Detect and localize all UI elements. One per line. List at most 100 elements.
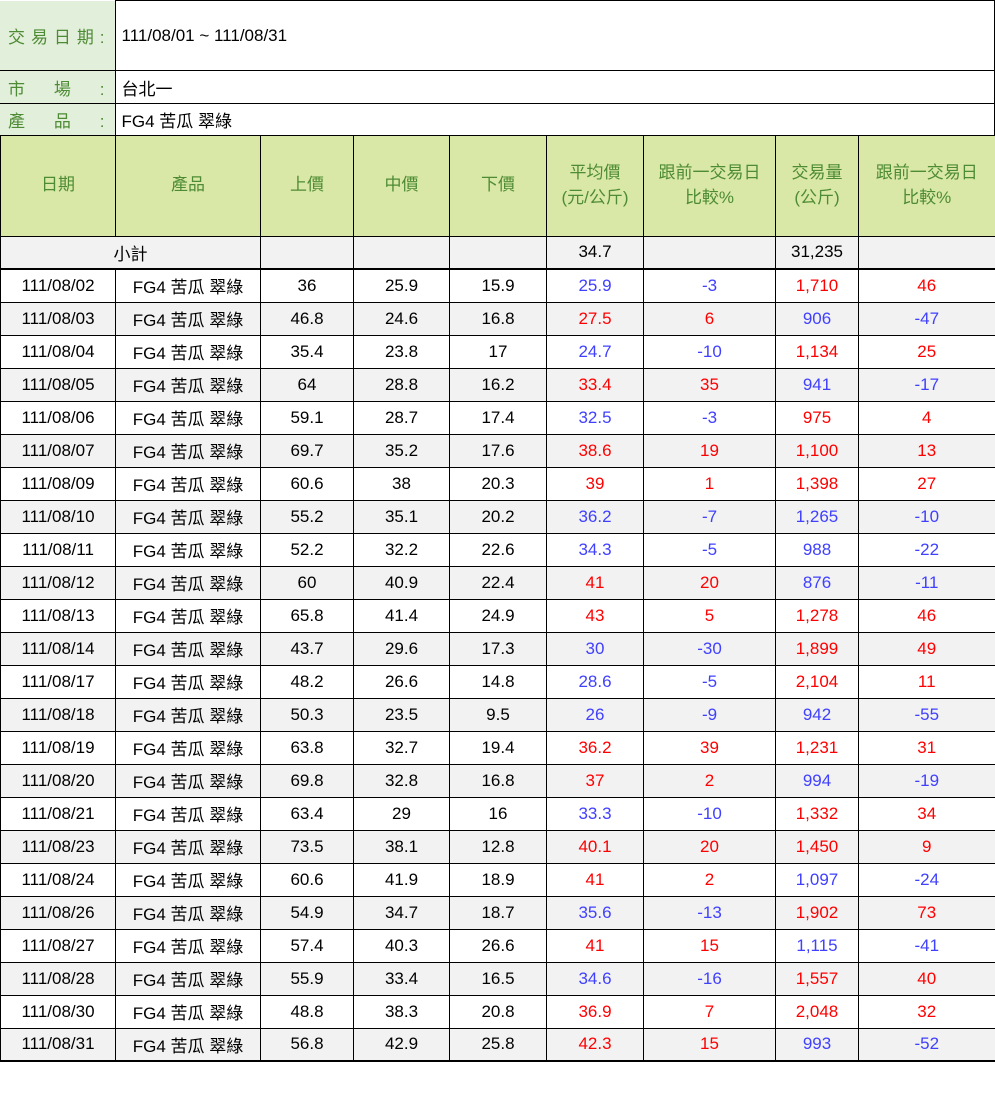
info-section: 交易日期: 111/08/01 ~ 111/08/31 市場: 台北一 產品: … bbox=[0, 0, 995, 136]
avg-change-cell: 2 bbox=[643, 862, 776, 897]
mid-price-cell: 40.9 bbox=[353, 565, 450, 600]
date-cell: 111/08/28 bbox=[0, 961, 116, 996]
info-value-trade-date: 111/08/01 ~ 111/08/31 bbox=[114, 0, 995, 71]
low-price-cell: 18.7 bbox=[449, 895, 547, 930]
date-cell: 111/08/20 bbox=[0, 763, 116, 798]
volume-change-cell: -17 bbox=[858, 367, 995, 402]
avg-price-cell: 34.3 bbox=[546, 532, 644, 567]
mid-price-cell: 35.2 bbox=[353, 433, 450, 468]
high-price-cell: 63.8 bbox=[260, 730, 354, 765]
low-price-cell: 24.9 bbox=[449, 598, 547, 633]
low-price-cell: 15.9 bbox=[449, 268, 547, 303]
info-label-product: 產品: bbox=[0, 103, 116, 136]
low-price-cell: 16 bbox=[449, 796, 547, 831]
th-avg-price: 平均價 (元/公斤) bbox=[546, 136, 644, 237]
table-row: 111/08/23 FG4 苦瓜 翠綠 73.5 38.1 12.8 40.1 20 1,45… bbox=[0, 829, 995, 864]
product-cell: FG4 苦瓜 翠綠 bbox=[115, 1027, 261, 1062]
date-cell: 111/08/23 bbox=[0, 829, 116, 864]
volume-cell: 941 bbox=[775, 367, 859, 402]
product-cell: FG4 苦瓜 翠綠 bbox=[115, 697, 261, 732]
volume-cell: 2,104 bbox=[775, 664, 859, 699]
avg-price-cell: 26 bbox=[546, 697, 644, 732]
mid-price-cell: 23.5 bbox=[353, 697, 450, 732]
mid-price-cell: 32.8 bbox=[353, 763, 450, 798]
info-label-market: 市場: bbox=[0, 70, 116, 104]
table-row: 111/08/20 FG4 苦瓜 翠綠 69.8 32.8 16.8 37 2 994 -19 bbox=[0, 763, 995, 798]
volume-cell: 1,902 bbox=[775, 895, 859, 930]
high-price-cell: 65.8 bbox=[260, 598, 354, 633]
volume-cell: 975 bbox=[775, 400, 859, 435]
volume-cell: 993 bbox=[775, 1027, 859, 1062]
mid-price-cell: 38 bbox=[353, 466, 450, 501]
table-row: 111/08/03 FG4 苦瓜 翠綠 46.8 24.6 16.8 27.5 6 906 -4… bbox=[0, 301, 995, 336]
avg-price-cell: 38.6 bbox=[546, 433, 644, 468]
product-cell: FG4 苦瓜 翠綠 bbox=[115, 433, 261, 468]
volume-cell: 1,265 bbox=[775, 499, 859, 534]
volume-change-cell: 13 bbox=[858, 433, 995, 468]
low-price-cell: 22.6 bbox=[449, 532, 547, 567]
avg-change-cell: 2 bbox=[643, 763, 776, 798]
avg-change-cell: 1 bbox=[643, 466, 776, 501]
high-price-cell: 48.2 bbox=[260, 664, 354, 699]
avg-price-cell: 35.6 bbox=[546, 895, 644, 930]
volume-change-cell: 11 bbox=[858, 664, 995, 699]
product-cell: FG4 苦瓜 翠綠 bbox=[115, 829, 261, 864]
low-price-cell: 26.6 bbox=[449, 928, 547, 963]
volume-cell: 1,115 bbox=[775, 928, 859, 963]
avg-change-cell: 39 bbox=[643, 730, 776, 765]
volume-change-cell: -55 bbox=[858, 697, 995, 732]
subtotal-label: 小計 bbox=[0, 235, 261, 270]
volume-cell: 1,332 bbox=[775, 796, 859, 831]
table-row: 111/08/26 FG4 苦瓜 翠綠 54.9 34.7 18.7 35.6 -13 1,9… bbox=[0, 895, 995, 930]
mid-price-cell: 38.3 bbox=[353, 994, 450, 1029]
table-row: 111/08/11 FG4 苦瓜 翠綠 52.2 32.2 22.6 34.3 -5 988-… bbox=[0, 532, 995, 567]
subtotal-avg-price: 34.7 bbox=[546, 235, 644, 270]
date-cell: 111/08/21 bbox=[0, 796, 116, 831]
product-cell: FG4 苦瓜 翠綠 bbox=[115, 961, 261, 996]
th-low-price: 下價 bbox=[449, 136, 547, 237]
volume-cell: 1,710 bbox=[775, 268, 859, 303]
high-price-cell: 64 bbox=[260, 367, 354, 402]
table-row: 111/08/27 FG4 苦瓜 翠綠 57.4 40.3 26.6 41 15 1,115-… bbox=[0, 928, 995, 963]
header-row: 日期 產品 上價 中價 下價 平均價 (元/公斤) 跟前一交易日 比較% 交易量… bbox=[0, 136, 995, 237]
date-cell: 111/08/03 bbox=[0, 301, 116, 336]
high-price-cell: 35.4 bbox=[260, 334, 354, 369]
table-row: 111/08/18 FG4 苦瓜 翠綠 50.3 23.5 9.5 26 -9 942 -55 bbox=[0, 697, 995, 732]
avg-change-cell: 7 bbox=[643, 994, 776, 1029]
product-cell: FG4 苦瓜 翠綠 bbox=[115, 268, 261, 303]
table-row: 111/08/28 FG4 苦瓜 翠綠 55.9 33.4 16.5 34.6 -16 1,5… bbox=[0, 961, 995, 996]
high-price-cell: 60.6 bbox=[260, 466, 354, 501]
table-row: 111/08/04 FG4 苦瓜 翠綠 35.4 23.8 17 24.7 -10 1,134… bbox=[0, 334, 995, 369]
mid-price-cell: 29.6 bbox=[353, 631, 450, 666]
product-cell: FG4 苦瓜 翠綠 bbox=[115, 862, 261, 897]
product-cell: FG4 苦瓜 翠綠 bbox=[115, 664, 261, 699]
mid-price-cell: 42.9 bbox=[353, 1027, 450, 1062]
table-row: 111/08/17 FG4 苦瓜 翠綠 48.2 26.6 14.8 28.6 -5 2,10… bbox=[0, 664, 995, 699]
avg-price-cell: 39 bbox=[546, 466, 644, 501]
volume-change-cell: 31 bbox=[858, 730, 995, 765]
low-price-cell: 16.8 bbox=[449, 763, 547, 798]
th-mid-price: 中價 bbox=[353, 136, 450, 237]
low-price-cell: 16.2 bbox=[449, 367, 547, 402]
date-cell: 111/08/06 bbox=[0, 400, 116, 435]
avg-change-cell: 15 bbox=[643, 928, 776, 963]
product-cell: FG4 苦瓜 翠綠 bbox=[115, 994, 261, 1029]
mid-price-cell: 28.7 bbox=[353, 400, 450, 435]
volume-change-cell: -24 bbox=[858, 862, 995, 897]
volume-change-cell: -10 bbox=[858, 499, 995, 534]
mid-price-cell: 23.8 bbox=[353, 334, 450, 369]
high-price-cell: 69.7 bbox=[260, 433, 354, 468]
high-price-cell: 73.5 bbox=[260, 829, 354, 864]
th-volume: 交易量 (公斤) bbox=[775, 136, 859, 237]
mid-price-cell: 34.7 bbox=[353, 895, 450, 930]
avg-change-cell: -9 bbox=[643, 697, 776, 732]
avg-price-cell: 33.4 bbox=[546, 367, 644, 402]
subtotal-empty-cell bbox=[260, 235, 354, 270]
date-cell: 111/08/30 bbox=[0, 994, 116, 1029]
avg-price-cell: 41 bbox=[546, 928, 644, 963]
high-price-cell: 50.3 bbox=[260, 697, 354, 732]
date-cell: 111/08/02 bbox=[0, 268, 116, 303]
date-cell: 111/08/17 bbox=[0, 664, 116, 699]
low-price-cell: 16.8 bbox=[449, 301, 547, 336]
date-cell: 111/08/26 bbox=[0, 895, 116, 930]
